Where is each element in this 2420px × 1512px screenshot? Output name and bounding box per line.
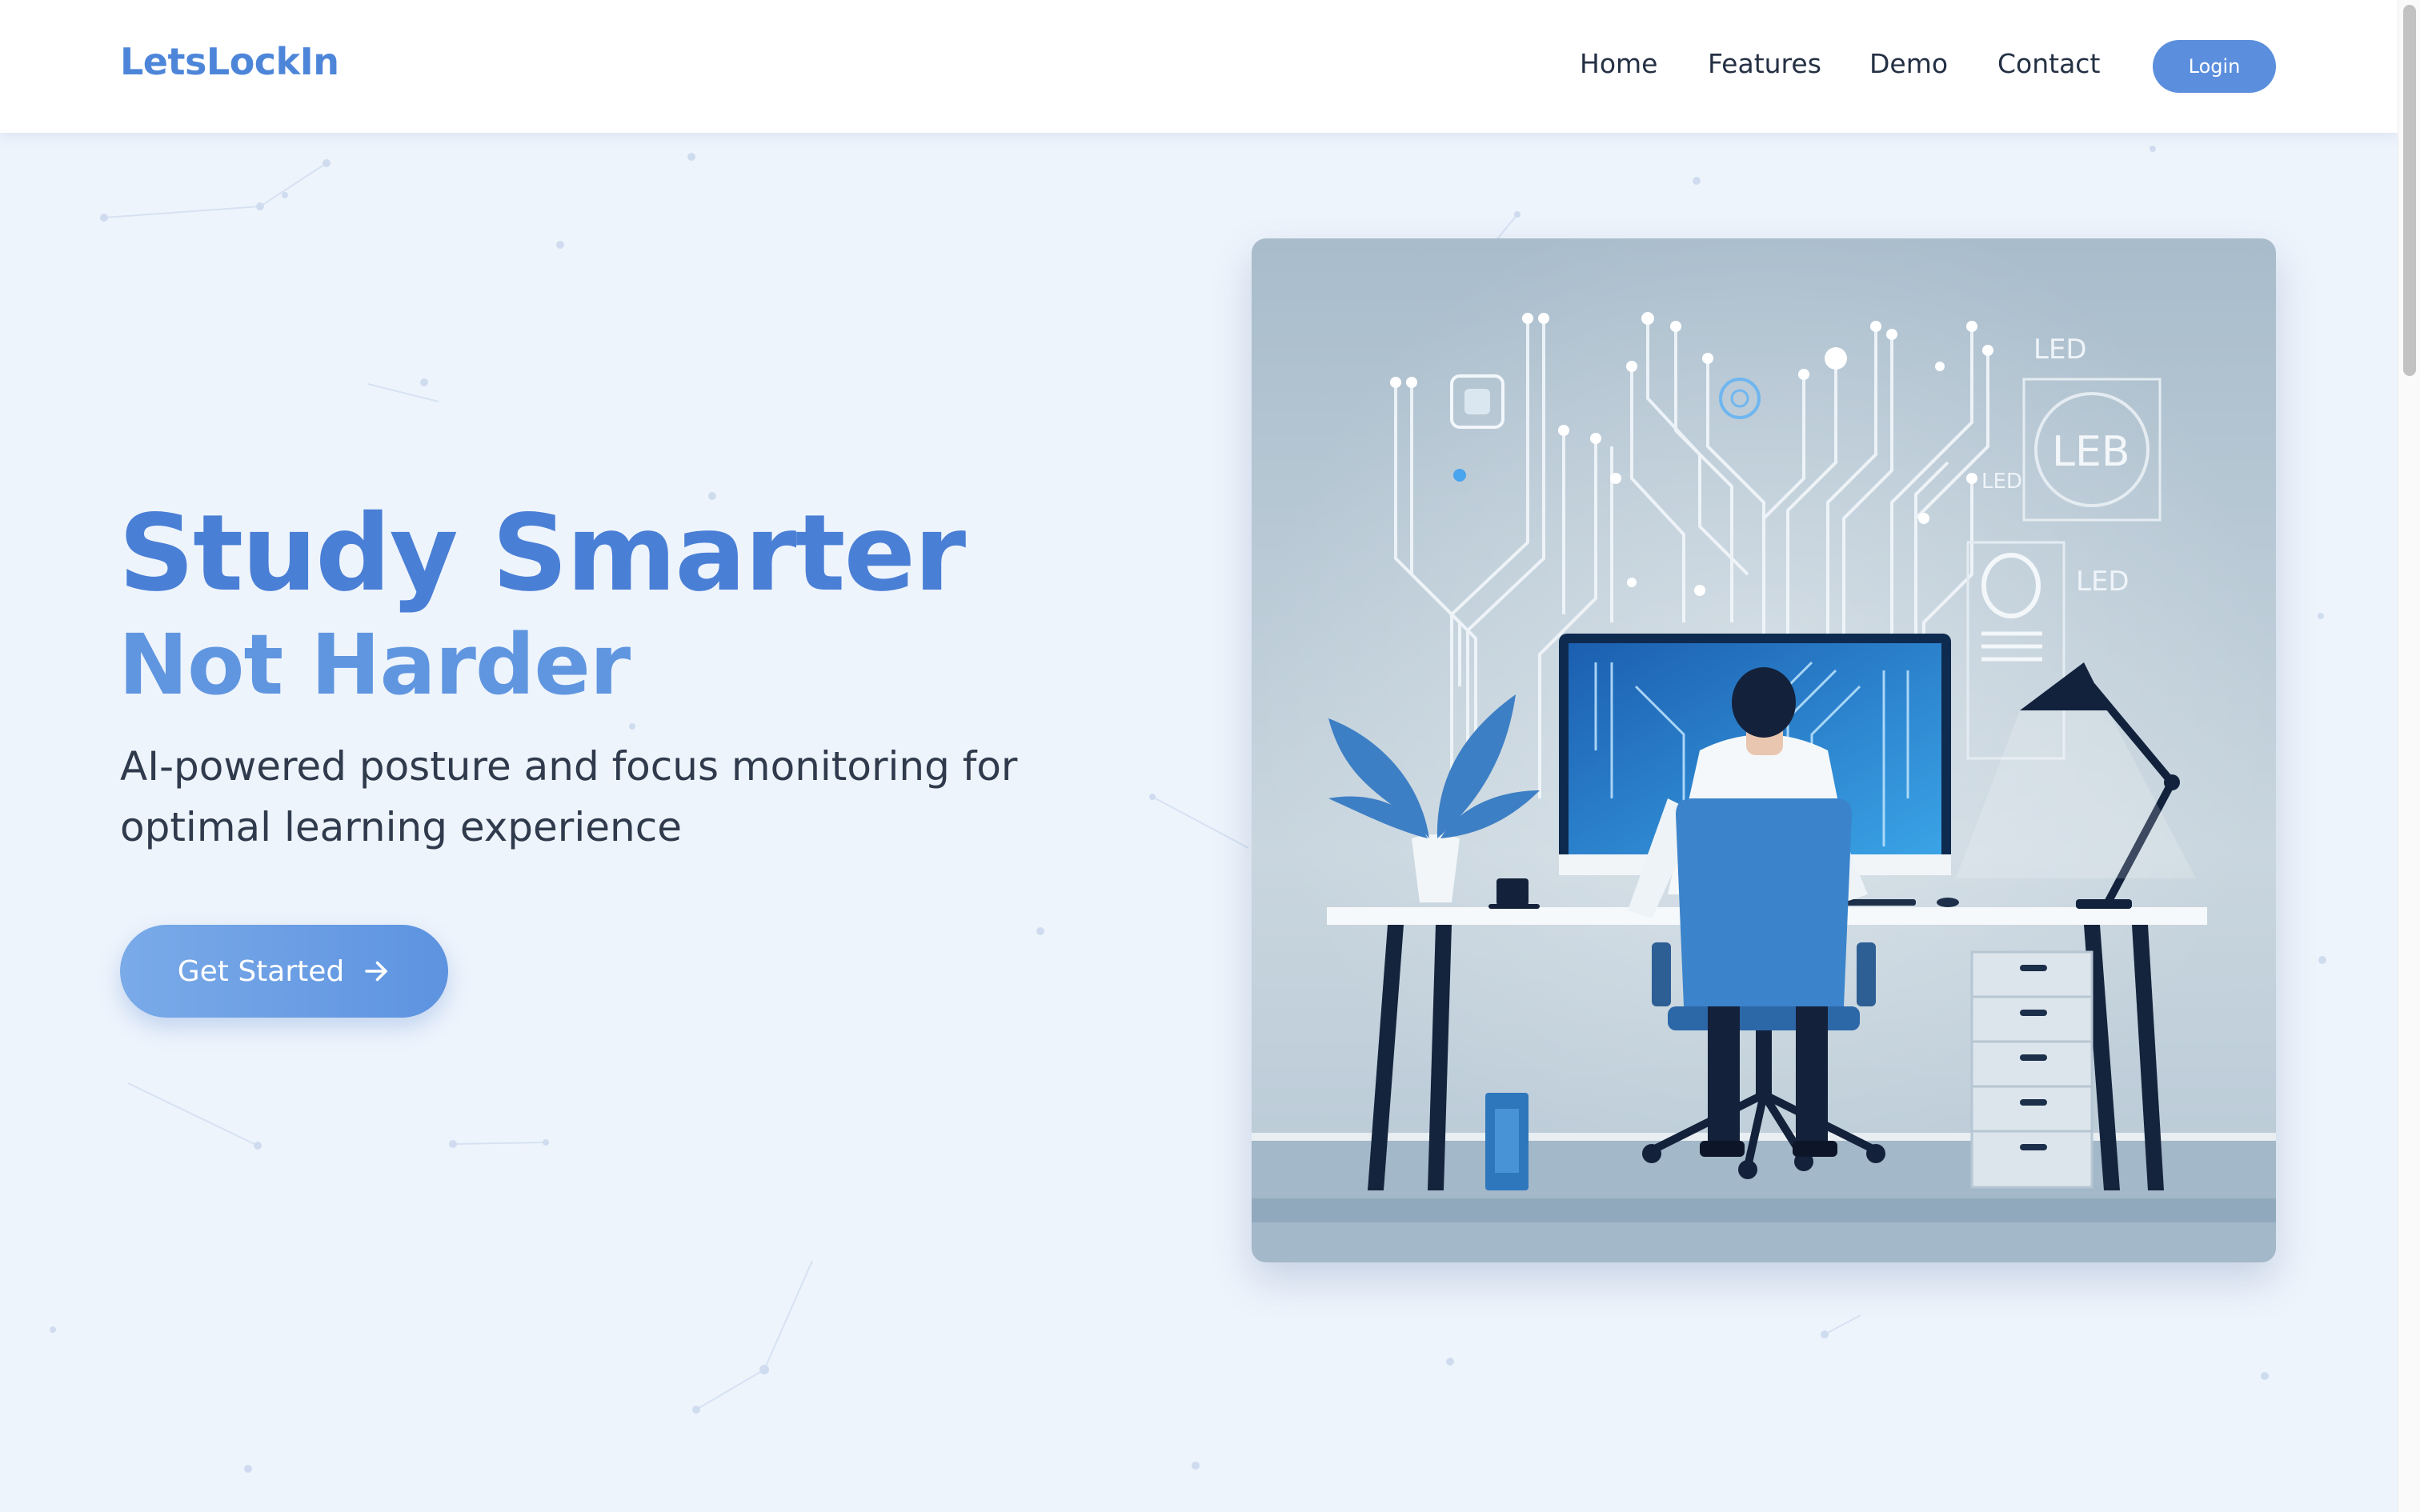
illustration-label: LED xyxy=(2076,566,2130,598)
nav-item-demo[interactable]: Demo xyxy=(1869,48,1948,79)
person-at-desk-illustration: LED LEB LED LED xyxy=(1252,238,2276,1262)
hero-illustration: LED LEB LED LED xyxy=(1252,238,2276,1262)
hero-description: AI-powered posture and focus monitoring … xyxy=(120,743,1018,850)
get-started-button[interactable]: Get Started xyxy=(120,925,448,1018)
page-scrollbar[interactable] xyxy=(2398,0,2420,1512)
arrow-right-icon xyxy=(365,961,388,982)
hero-title: Study Smarter xyxy=(118,492,966,615)
top-navbar: LetsLockIn Home Features Demo Contact Lo… xyxy=(0,0,2398,133)
nav-item-contact[interactable]: Contact xyxy=(1997,48,2100,79)
login-button[interactable]: Login xyxy=(2153,40,2276,93)
illustration-label: LED xyxy=(2033,334,2087,366)
hero-subtitle: Not Harder xyxy=(118,616,631,714)
get-started-label: Get Started xyxy=(177,954,345,988)
nav-item-features[interactable]: Features xyxy=(1708,48,1821,79)
nav-item-home[interactable]: Home xyxy=(1580,48,1657,79)
main-nav: Home Features Demo Contact xyxy=(0,48,2398,88)
illustration-label: LEB xyxy=(2052,428,2130,476)
illustration-label: LED xyxy=(1981,470,2022,494)
scrollbar-thumb[interactable] xyxy=(2403,5,2416,376)
